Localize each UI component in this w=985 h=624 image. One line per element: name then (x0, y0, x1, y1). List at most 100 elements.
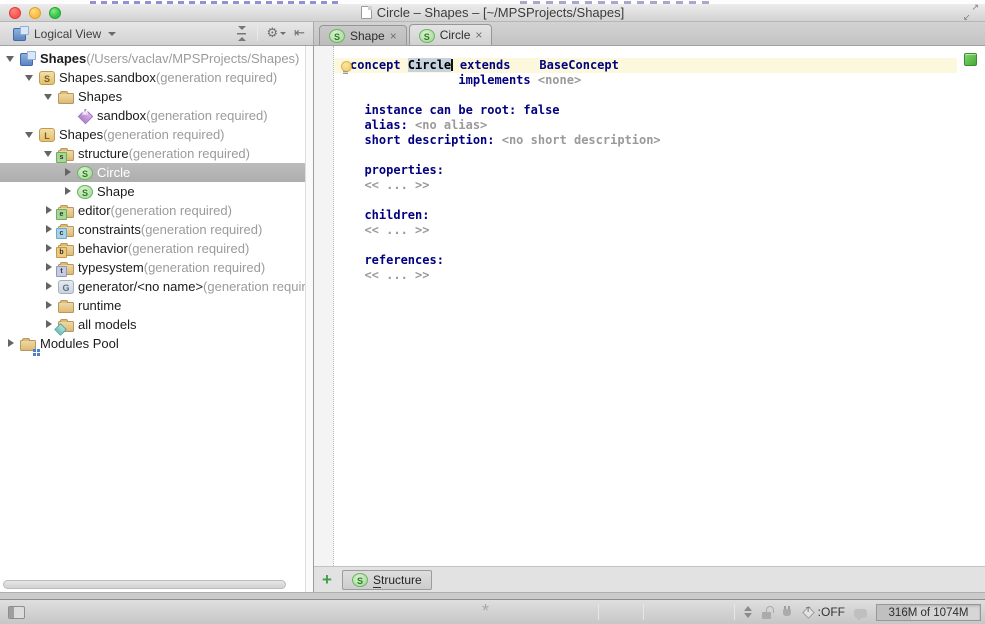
tree-row-modules-pool[interactable]: Modules Pool (0, 334, 313, 353)
tree-row-runtime[interactable]: runtime (0, 296, 313, 315)
editor-line[interactable]: references: (334, 253, 985, 268)
tree-item-suffix: (generation required) (103, 127, 224, 142)
tree-row-shape[interactable]: Shape (0, 182, 313, 201)
close-window-button[interactable] (9, 7, 21, 19)
memory-indicator[interactable]: 316M of 1074M (876, 604, 981, 621)
titlebar: Circle – Shapes – [~/MPSProjects/Shapes]… (0, 4, 985, 22)
chevron-right-icon[interactable] (44, 301, 55, 310)
editor-line[interactable] (334, 193, 985, 208)
editor-column: concept Circle extends BaseConcept imple… (314, 46, 985, 592)
code-segment: alias: (350, 118, 415, 132)
inspection-status-icon[interactable] (964, 53, 977, 66)
chevron-right-icon[interactable] (6, 339, 17, 348)
code-segment: BaseConcept (539, 58, 618, 72)
typesystem-status[interactable]: :OFF (802, 605, 845, 619)
tree-row-shapes[interactable]: Shapes (/Users/vaclav/MPSProjects/Shapes… (0, 49, 313, 68)
editor-line[interactable]: concept Circle extends BaseConcept (334, 58, 985, 73)
chevron-down-icon[interactable] (44, 149, 55, 158)
structure-aspect-tab[interactable]: Structure (342, 570, 432, 590)
close-icon[interactable]: × (475, 30, 482, 40)
language-icon (39, 128, 55, 142)
editor-line[interactable] (334, 88, 985, 103)
add-aspect-button[interactable]: + (318, 570, 336, 590)
collapse-all-button[interactable] (234, 26, 249, 41)
hide-panel-button[interactable]: ⇤ (294, 26, 305, 41)
statusbar-right: :OFF 316M of 1074M (598, 600, 981, 624)
tree-item-name: editor (78, 203, 111, 218)
editor-line[interactable]: << ... >> (334, 268, 985, 283)
editor-lines: concept Circle extends BaseConcept imple… (334, 58, 985, 283)
lock-icon[interactable] (762, 606, 773, 619)
tree-row-circle[interactable]: Circle (0, 163, 313, 182)
editor-line[interactable] (334, 148, 985, 163)
chevron-right-icon[interactable] (44, 282, 55, 291)
chevron-down-icon (108, 32, 116, 36)
editor-tab-circle[interactable]: Circle× (409, 24, 493, 45)
statusbar-separator (643, 604, 644, 620)
chevron-down-icon[interactable] (44, 92, 55, 101)
gear-icon: ⚙ (266, 26, 278, 41)
mps-window: Circle – Shapes – [~/MPSProjects/Shapes]… (0, 0, 985, 624)
zoom-window-button[interactable] (49, 7, 61, 19)
editor-line[interactable] (334, 238, 985, 253)
tree-row-shapes[interactable]: Shapes (generation required) (0, 125, 313, 144)
chevron-right-icon[interactable] (44, 320, 55, 329)
event-log-icon[interactable] (854, 609, 867, 618)
folder-editor-icon (58, 207, 74, 218)
sort-arrows-icon[interactable] (744, 606, 753, 618)
chevron-right-icon[interactable] (63, 187, 74, 196)
fullscreen-icon[interactable]: ↗ ↙ (963, 6, 979, 21)
editor-line[interactable]: children: (334, 208, 985, 223)
tree-item-suffix: (/Users/vaclav/MPSProjects/Shapes) (86, 51, 299, 66)
minimize-window-button[interactable] (29, 7, 41, 19)
chevron-right-icon[interactable] (63, 168, 74, 177)
editor-tab-shape[interactable]: Shape× (319, 25, 407, 45)
tree-vertical-scrollbar[interactable] (305, 46, 313, 592)
editor-line[interactable]: implements <none> (334, 73, 985, 88)
editor-view[interactable]: concept Circle extends BaseConcept imple… (314, 46, 985, 566)
model-m-icon (77, 108, 93, 123)
tree-row-all-models[interactable]: all models (0, 315, 313, 334)
tree-horizontal-scrollbar[interactable] (3, 580, 286, 589)
editor-line[interactable]: << ... >> (334, 178, 985, 193)
window-controls (9, 7, 61, 19)
chevron-right-icon[interactable] (44, 206, 55, 215)
chevron-down-icon[interactable] (6, 54, 17, 63)
folder-models-icon (58, 321, 74, 332)
tree-item-name: Circle (97, 165, 130, 180)
chevron-right-icon[interactable] (44, 225, 55, 234)
tree-row-generator-no-name[interactable]: generator/<no name> (generation required… (0, 277, 313, 296)
tree-row-shapes[interactable]: Shapes (0, 87, 313, 106)
typesystem-icon (802, 606, 815, 619)
view-selector-button[interactable]: Logical View (4, 24, 122, 43)
toolwindow-toggle-icon[interactable] (8, 606, 25, 619)
tree-row-sandbox[interactable]: sandbox (generation required) (0, 106, 313, 125)
chevron-down-icon[interactable] (25, 130, 36, 139)
chevron-right-icon[interactable] (44, 263, 55, 272)
chevron-right-icon[interactable] (44, 244, 55, 253)
tree-row-shapes-sandbox[interactable]: Shapes.sandbox (generation required) (0, 68, 313, 87)
folder-icon (58, 302, 74, 313)
editor-line[interactable]: alias: <no alias> (334, 118, 985, 133)
editor-line[interactable]: << ... >> (334, 223, 985, 238)
tree-item-suffix: (generation required) (144, 260, 265, 275)
chevron-down-icon[interactable] (25, 73, 36, 82)
code-segment: instance can be root: (350, 103, 523, 117)
editor-line[interactable]: instance can be root: false (334, 103, 985, 118)
tree-row-constraints[interactable]: constraints (generation required) (0, 220, 313, 239)
folder-icon (58, 93, 74, 104)
settings-button[interactable]: ⚙ (266, 26, 286, 41)
intention-bulb-icon[interactable] (341, 61, 351, 74)
tree-row-structure[interactable]: structure (generation required) (0, 144, 313, 163)
code-segment: <no short description> (502, 133, 661, 147)
tree-row-editor[interactable]: editor (generation required) (0, 201, 313, 220)
editor-line[interactable]: properties: (334, 163, 985, 178)
editor-content[interactable]: concept Circle extends BaseConcept imple… (334, 46, 985, 566)
tree-row-behavior[interactable]: behavior (generation required) (0, 239, 313, 258)
plugin-icon[interactable] (782, 606, 793, 619)
editor-line[interactable]: short description: <no short description… (334, 133, 985, 148)
tree-item-suffix: (generation required) (111, 203, 232, 218)
folder-typesystem-icon (58, 264, 74, 275)
tree-row-typesystem[interactable]: typesystem (generation required) (0, 258, 313, 277)
close-icon[interactable]: × (390, 31, 397, 41)
